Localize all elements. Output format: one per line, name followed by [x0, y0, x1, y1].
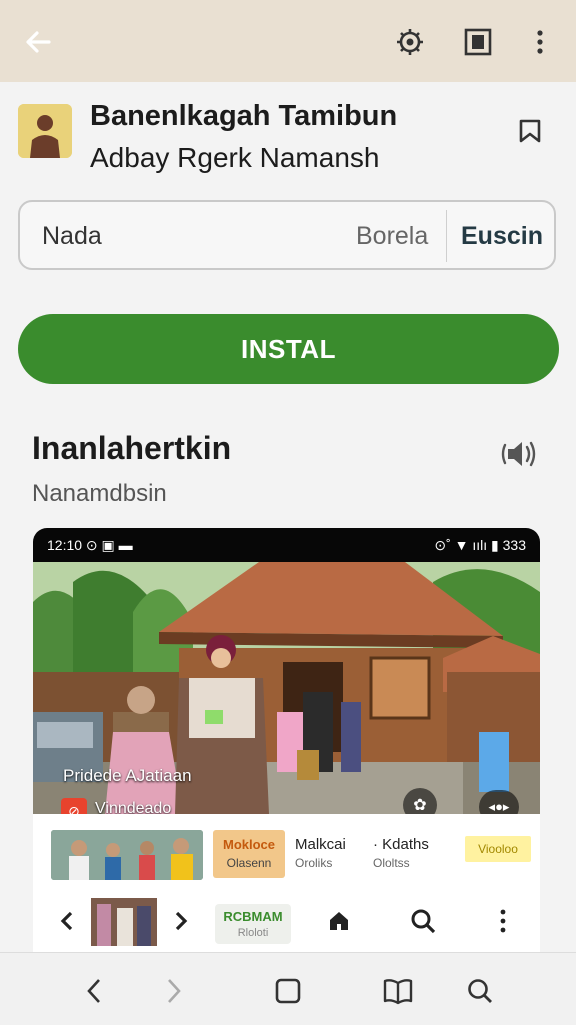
photo-options-button[interactable]: ◂●▸: [479, 790, 519, 814]
more-dots-icon[interactable]: [485, 902, 521, 940]
search-icon[interactable]: [460, 971, 500, 1011]
phone-status-bar: 12:10 ⊙ ▣ ▬ ⊙˚ ▼ ıılı ▮ 333: [33, 528, 540, 562]
ext-chip-line1: RCBMAM: [223, 909, 283, 924]
section-title: Inanlahertkin: [32, 430, 232, 466]
next-chevron-icon[interactable]: [163, 902, 199, 940]
play-badge-icon[interactable]: ⊘: [61, 798, 87, 814]
yellow-tag[interactable]: Viooloo: [465, 836, 531, 862]
person-avatar-icon: [18, 104, 72, 158]
photo-overlay-caption: Vinndeado: [95, 800, 172, 814]
speaker-icon[interactable]: [498, 434, 542, 474]
back-chevron-icon[interactable]: [74, 971, 114, 1011]
square-icon[interactable]: [268, 971, 308, 1011]
bookmark-icon[interactable]: [512, 113, 548, 149]
stat-2-label: · Kdaths: [373, 836, 429, 853]
photo-action-button[interactable]: ✿: [403, 788, 437, 814]
chip-line2: Olasenn: [226, 856, 272, 870]
green-label-chip[interactable]: RCBMAM Rloloti: [215, 904, 291, 944]
prev-chevron-icon[interactable]: [49, 902, 85, 940]
app-title: Banenlkagah Tamibun: [90, 100, 398, 132]
back-arrow-icon[interactable]: [16, 20, 60, 64]
stat-1-label: Malkcai: [295, 836, 346, 853]
bottom-navigation: [0, 952, 576, 1025]
app-subtitle: Adbay Rgerk Namansh: [90, 142, 380, 173]
forward-chevron-icon[interactable]: [154, 971, 194, 1011]
preview-controls: RCBMAM Rloloti: [33, 892, 540, 952]
status-left: 12:10 ⊙ ▣ ▬: [47, 537, 133, 553]
section-subtitle: Nanamdbsin: [32, 480, 167, 507]
photo-overlay-title: Pridede AJatiaan: [63, 766, 192, 785]
ext-chip-line2: Rloloti: [237, 927, 269, 939]
stat-1-sub: Oroliks: [295, 856, 333, 870]
search-button[interactable]: Euscin: [456, 222, 548, 251]
search-value[interactable]: Nada: [42, 222, 102, 251]
chip-line1: Mokloce: [222, 837, 275, 852]
orange-info-chip[interactable]: Mokloce Olasenn: [213, 830, 285, 878]
group-photo-thumbnail[interactable]: [51, 830, 203, 880]
search-divider: [446, 210, 447, 262]
search-secondary-label[interactable]: Borela: [356, 222, 428, 251]
search-field[interactable]: Nada Borela Euscin: [18, 200, 556, 270]
top-bar: [0, 0, 576, 82]
stat-2: · Kdaths Ololtss: [373, 836, 429, 870]
mini-photo-thumbnail[interactable]: [91, 898, 157, 946]
more-vertical-icon[interactable]: [518, 20, 562, 64]
village-photo: Pridede AJatiaan ⊘ Vinndeado ✿ ◂●▸: [33, 562, 540, 814]
magnifier-icon[interactable]: [405, 902, 441, 940]
screenshot-preview[interactable]: 12:10 ⊙ ▣ ▬ ⊙˚ ▼ ıılı ▮ 333 Pridede AJat…: [33, 528, 540, 952]
preview-card-row: Mokloce Olasenn Malkcai Oroliks · Kdaths…: [33, 814, 540, 892]
install-button[interactable]: INSTAL: [18, 314, 559, 384]
mini-photo-illustration: [91, 898, 157, 946]
book-icon[interactable]: [378, 971, 418, 1011]
stat-2-sub: Ololtss: [373, 856, 410, 870]
tab-square-icon[interactable]: [456, 20, 500, 64]
stat-1: Malkcai Oroliks: [295, 836, 346, 870]
group-photo-illustration: [51, 830, 203, 880]
home-icon[interactable]: [321, 902, 357, 940]
status-right: ⊙˚ ▼ ıılı ▮ 333: [434, 537, 526, 553]
settings-gear-icon[interactable]: [388, 20, 432, 64]
